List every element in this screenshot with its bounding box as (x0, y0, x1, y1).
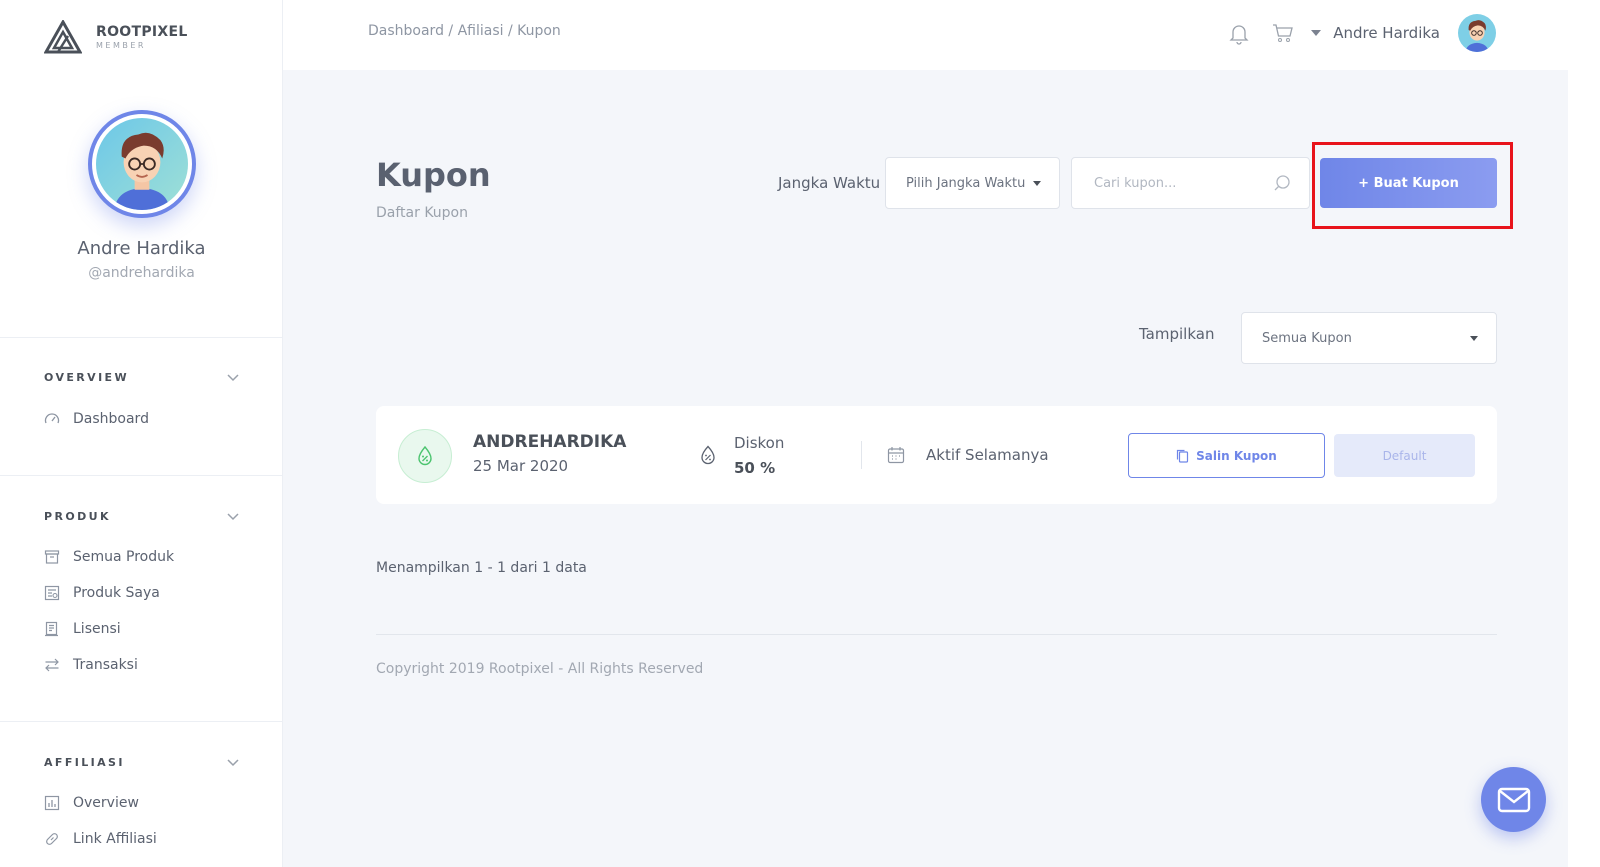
bar-chart-icon (44, 795, 60, 811)
sidebar-divider (0, 337, 282, 338)
section-title-overview: OVERVIEW (44, 370, 130, 384)
coupon-card: ANDREHARDIKA 25 Mar 2020 Diskon 50 % Akt… (376, 406, 1497, 504)
sidebar-item-label: Link Affiliasi (73, 831, 157, 847)
section-produk[interactable]: PRODUK (44, 509, 240, 523)
sidebar-item-label: Overview (73, 795, 139, 811)
sidebar-item-affiliasi-overview[interactable]: Overview (44, 792, 139, 814)
chevron-down-icon (1033, 180, 1041, 186)
section-title-produk: PRODUK (44, 509, 111, 523)
brand-logo[interactable]: ROOTPIXEL MEMBER (44, 20, 188, 54)
sidebar-item-label: Produk Saya (73, 585, 160, 601)
pagination-summary: Menampilkan 1 - 1 dari 1 data (376, 560, 587, 576)
profile-name: Andre Hardika (77, 238, 206, 259)
breadcrumb[interactable]: Dashboard / Afiliasi / Kupon (368, 23, 561, 39)
profile-card: Andre Hardika @andrehardika (0, 110, 282, 281)
profile-avatar[interactable] (87, 110, 196, 218)
chevron-down-icon (227, 513, 239, 521)
scrollbar[interactable] (1568, 0, 1600, 867)
sidebar-item-transaksi[interactable]: Transaksi (44, 654, 138, 676)
copy-coupon-label: Salin Kupon (1196, 448, 1277, 463)
sidebar-item-label: Transaksi (73, 657, 138, 673)
page-subtitle: Daftar Kupon (376, 205, 468, 221)
sidebar-item-label: Semua Produk (73, 549, 175, 565)
footer-divider (376, 634, 1497, 635)
discount-value: 50 % (734, 459, 776, 477)
topbar: Dashboard / Afiliasi / Kupon Andre Hardi… (283, 0, 1568, 70)
copy-coupon-button[interactable]: Salin Kupon (1128, 433, 1325, 478)
bell-icon[interactable] (1227, 21, 1251, 45)
sidebar-divider (0, 475, 282, 476)
card-divider (861, 441, 862, 469)
speedometer-icon (44, 413, 60, 424)
chevron-down-icon (227, 374, 239, 382)
section-title-affiliasi: AFFILIASI (44, 755, 125, 769)
show-filter-select[interactable]: Semua Kupon (1241, 312, 1497, 364)
period-label: Jangka Waktu (778, 174, 881, 192)
create-coupon-button[interactable]: + Buat Kupon (1320, 158, 1497, 208)
copy-icon (1177, 449, 1189, 463)
link-icon (46, 833, 58, 845)
chevron-down-icon (227, 759, 239, 767)
sidebar-item-dashboard[interactable]: Dashboard (44, 408, 149, 430)
transfer-icon (45, 658, 59, 672)
discount-drop-icon (701, 445, 715, 465)
search-field[interactable] (1071, 157, 1310, 209)
sidebar-item-lisensi[interactable]: Lisensi (44, 618, 121, 640)
box-icon (44, 550, 60, 564)
sidebar-item-link-affiliasi[interactable]: Link Affiliasi (44, 828, 157, 850)
discount-label: Diskon (734, 434, 785, 452)
message-fab-button[interactable] (1481, 767, 1546, 832)
profile-handle: @andrehardika (88, 265, 195, 281)
chevron-down-icon (1470, 335, 1478, 341)
calendar-icon (887, 447, 905, 464)
show-filter-value: Semua Kupon (1262, 330, 1352, 346)
license-icon (45, 621, 58, 637)
sidebar: ROOTPIXEL MEMBER Andre Hardika @andrehar… (0, 0, 283, 867)
coupon-date: 25 Mar 2020 (473, 457, 569, 475)
sidebar-item-produk-saya[interactable]: Produk Saya (44, 582, 160, 604)
page-title: Kupon (376, 156, 491, 194)
topbar-avatar[interactable] (1458, 14, 1496, 52)
rootpixel-logo-icon (44, 20, 82, 54)
default-button[interactable]: Default (1334, 434, 1475, 477)
sidebar-item-label: Dashboard (73, 411, 149, 427)
coupon-validity: Aktif Selamanya (926, 446, 1049, 464)
period-select[interactable]: Pilih Jangka Waktu (885, 157, 1060, 209)
topbar-user-name[interactable]: Andre Hardika (1333, 24, 1440, 42)
product-list-icon (44, 585, 60, 601)
sidebar-divider (0, 721, 282, 722)
sidebar-item-label: Lisensi (73, 621, 121, 637)
brand-sub: MEMBER (96, 41, 146, 50)
mail-icon (1497, 787, 1530, 812)
brand-name: ROOTPIXEL (96, 24, 188, 40)
copyright-text: Copyright 2019 Rootpixel - All Rights Re… (376, 661, 704, 677)
discount-drop-icon (418, 445, 432, 466)
section-overview[interactable]: OVERVIEW (44, 370, 240, 384)
search-icon[interactable] (1273, 174, 1291, 192)
cart-icon[interactable] (1271, 21, 1295, 45)
sidebar-item-semua-produk[interactable]: Semua Produk (44, 546, 174, 568)
coupon-code: ANDREHARDIKA (473, 432, 627, 452)
user-menu-caret-icon[interactable] (1311, 30, 1322, 36)
avatar-illustration-icon (1458, 14, 1496, 52)
search-input[interactable] (1094, 175, 1273, 191)
coupon-badge (398, 429, 452, 483)
period-select-value: Pilih Jangka Waktu (906, 175, 1026, 191)
avatar-illustration-icon (95, 118, 188, 210)
section-affiliasi[interactable]: AFFILIASI (44, 755, 240, 769)
show-label: Tampilkan (1139, 325, 1215, 343)
